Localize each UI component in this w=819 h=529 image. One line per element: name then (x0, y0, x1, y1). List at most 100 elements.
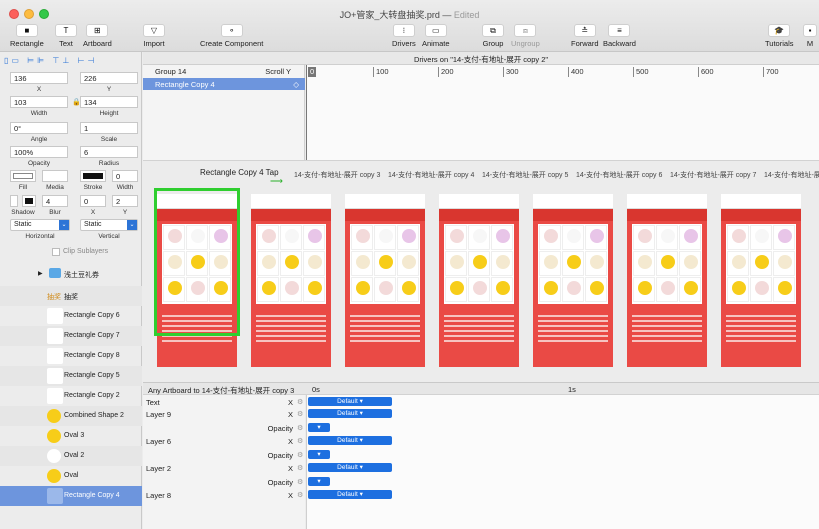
timeline-layer-name[interactable]: Layer 9 (146, 410, 171, 419)
layer-row[interactable]: Oval (0, 466, 142, 486)
tap-trigger-label[interactable]: Rectangle Copy 4 Tap (200, 168, 279, 177)
media-well[interactable] (42, 170, 68, 182)
timeline-layer-name[interactable]: Layer 6 (146, 437, 171, 446)
easing-curve-bar[interactable]: Default ▾ (308, 490, 392, 499)
artboard[interactable] (439, 194, 519, 367)
gear-icon[interactable]: ⚙ (297, 410, 303, 418)
timeline-layer-name[interactable]: Text (146, 398, 160, 407)
driver-group-row[interactable]: Group 14 Scroll Y (143, 65, 305, 77)
prize-cell (257, 251, 279, 276)
prize-cell (491, 277, 513, 302)
artboard[interactable] (251, 194, 331, 367)
artboard-title[interactable]: 14-支付-有地址-展开 copy 4 (388, 170, 474, 180)
group-button[interactable]: ⧉ Group (482, 24, 504, 48)
backward-button[interactable]: ≡ Backward (603, 24, 636, 48)
chevron-down-icon: ▾ (357, 398, 363, 405)
drivers-ruler[interactable]: 0 100 200 300 400 500 600 700 (306, 65, 819, 160)
driver-playhead[interactable] (306, 65, 307, 160)
prize-icon (590, 281, 604, 295)
timeline-layer-name[interactable]: Layer 8 (146, 491, 171, 500)
timeline-layer-name[interactable]: Layer 2 (146, 464, 171, 473)
create-component-button[interactable]: ⚬ Create Component (200, 24, 263, 48)
layer-row[interactable]: Rectangle Copy 8 (0, 346, 142, 366)
artboard-title[interactable]: 14-支付-有地址-展开 copy 7 (670, 170, 756, 180)
prize-icon (684, 281, 698, 295)
easing-curve-bar[interactable]: Default ▾ (308, 397, 392, 406)
prize-cell (562, 225, 584, 250)
layer-row[interactable]: Rectangle Copy 6 (0, 306, 142, 326)
drivers-button[interactable]: ⁝ Drivers (392, 24, 416, 48)
artboard[interactable] (533, 194, 613, 367)
import-button[interactable]: ▽ Import (143, 24, 165, 48)
blur-field[interactable]: 4 (42, 195, 68, 207)
scale-field[interactable]: 1 (80, 122, 138, 134)
easing-curve-bar[interactable]: ▾ (308, 450, 330, 459)
artboard-title[interactable]: 14-支付-有地址-展开 copy 6 (576, 170, 662, 180)
gear-icon[interactable]: ⚙ (297, 491, 303, 499)
forward-button[interactable]: ≛ Forward (571, 24, 599, 48)
layer-row-group[interactable]: 抽奖 抽奖 (0, 286, 142, 306)
easing-curve-bar[interactable]: ▾ (308, 423, 330, 432)
easing-curve-bar[interactable]: ▾ (308, 477, 330, 486)
gear-icon[interactable]: ⚙ (297, 424, 303, 432)
easing-curve-bar[interactable]: Default ▾ (308, 409, 392, 418)
stroke-swatch[interactable] (80, 170, 106, 182)
artboard[interactable] (345, 194, 425, 367)
artboard-tool-button[interactable]: ⊞ Artboard (83, 24, 112, 48)
artboard-status-bar (251, 194, 331, 201)
shadow-checkbox[interactable] (10, 195, 18, 207)
diamond-icon[interactable]: ◇ (293, 80, 299, 89)
shadow-swatch[interactable] (22, 195, 36, 207)
opacity-field[interactable]: 100% (10, 146, 68, 158)
stroke-width-field[interactable]: 0 (112, 170, 138, 182)
artboard-title[interactable]: 14-支付-有地址-展开 copy 3 (294, 170, 380, 180)
prize-icon (661, 255, 675, 269)
clip-sublayers-checkbox[interactable] (52, 248, 60, 256)
width-field[interactable]: 103 (10, 96, 68, 108)
layer-row[interactable]: Oval 3 (0, 426, 142, 446)
artboard[interactable] (627, 194, 707, 367)
animate-button[interactable]: ▭ Animate (422, 24, 450, 48)
gear-icon[interactable]: ⚙ (297, 437, 303, 445)
layer-row[interactable]: Rectangle Copy 7 (0, 326, 142, 346)
gear-icon[interactable]: ⚙ (297, 398, 303, 406)
layer-row[interactable]: Rectangle Copy 5 (0, 366, 142, 386)
layer-row-selected[interactable]: Rectangle Copy 4 (0, 486, 142, 506)
layer-row[interactable]: Rectangle Copy 2 (0, 386, 142, 406)
prize-icon (755, 229, 769, 243)
rectangle-tool-button[interactable]: ■ Rectangle (10, 24, 44, 48)
gear-icon[interactable]: ⚙ (297, 478, 303, 486)
gear-icon[interactable]: ⚙ (297, 464, 303, 472)
artboard-title[interactable]: 14-支付-有地址-展开 copy 8 (764, 170, 819, 180)
layer-row[interactable]: Combined Shape 2 (0, 406, 142, 426)
height-field[interactable]: 134 (80, 96, 138, 108)
shadow-y-field[interactable]: 2 (112, 195, 138, 207)
shadow-x-field[interactable]: 0 (80, 195, 106, 207)
text-tool-button[interactable]: T Text (55, 24, 77, 48)
angle-field[interactable]: 0° (10, 122, 68, 134)
tutorials-button[interactable]: 🎓 Tutorials (765, 24, 793, 48)
alignment-toolbar[interactable]: ▯▭ ⊨⊫ ⊤⊥ ⊢⊣ (4, 56, 97, 65)
radius-field[interactable]: 6 (80, 146, 138, 158)
artboard[interactable] (721, 194, 801, 367)
selection-outline[interactable] (154, 188, 240, 336)
artboard-title[interactable]: 14-支付-有地址-展开 copy 5 (482, 170, 568, 180)
disclosure-triangle-icon[interactable]: ▶ (38, 270, 43, 277)
layer-row[interactable]: Oval 2 (0, 446, 142, 466)
prize-icon (285, 229, 299, 243)
ungroup-button[interactable]: ⧈ Ungroup (511, 24, 540, 48)
prize-cell (351, 277, 373, 302)
easing-curve-bar[interactable]: Default ▾ (308, 436, 392, 445)
more-button[interactable]: ▪ M (803, 24, 817, 48)
prize-icon (356, 281, 370, 295)
text-icon: T (55, 24, 77, 37)
vertical-constraint-select[interactable]: Static ⌄ (80, 219, 138, 231)
horizontal-constraint-select[interactable]: Static ⌄ (10, 219, 70, 231)
driver-selected-row[interactable]: Rectangle Copy 4 ◇ (143, 78, 305, 90)
fill-swatch[interactable] (10, 170, 36, 182)
easing-curve-bar[interactable]: Default ▾ (308, 463, 392, 472)
gear-icon[interactable]: ⚙ (297, 451, 303, 459)
layer-row-folder[interactable]: ▶ 浅土豆礼券 (0, 264, 142, 284)
x-field[interactable]: 136 (10, 72, 68, 84)
y-field[interactable]: 226 (80, 72, 138, 84)
